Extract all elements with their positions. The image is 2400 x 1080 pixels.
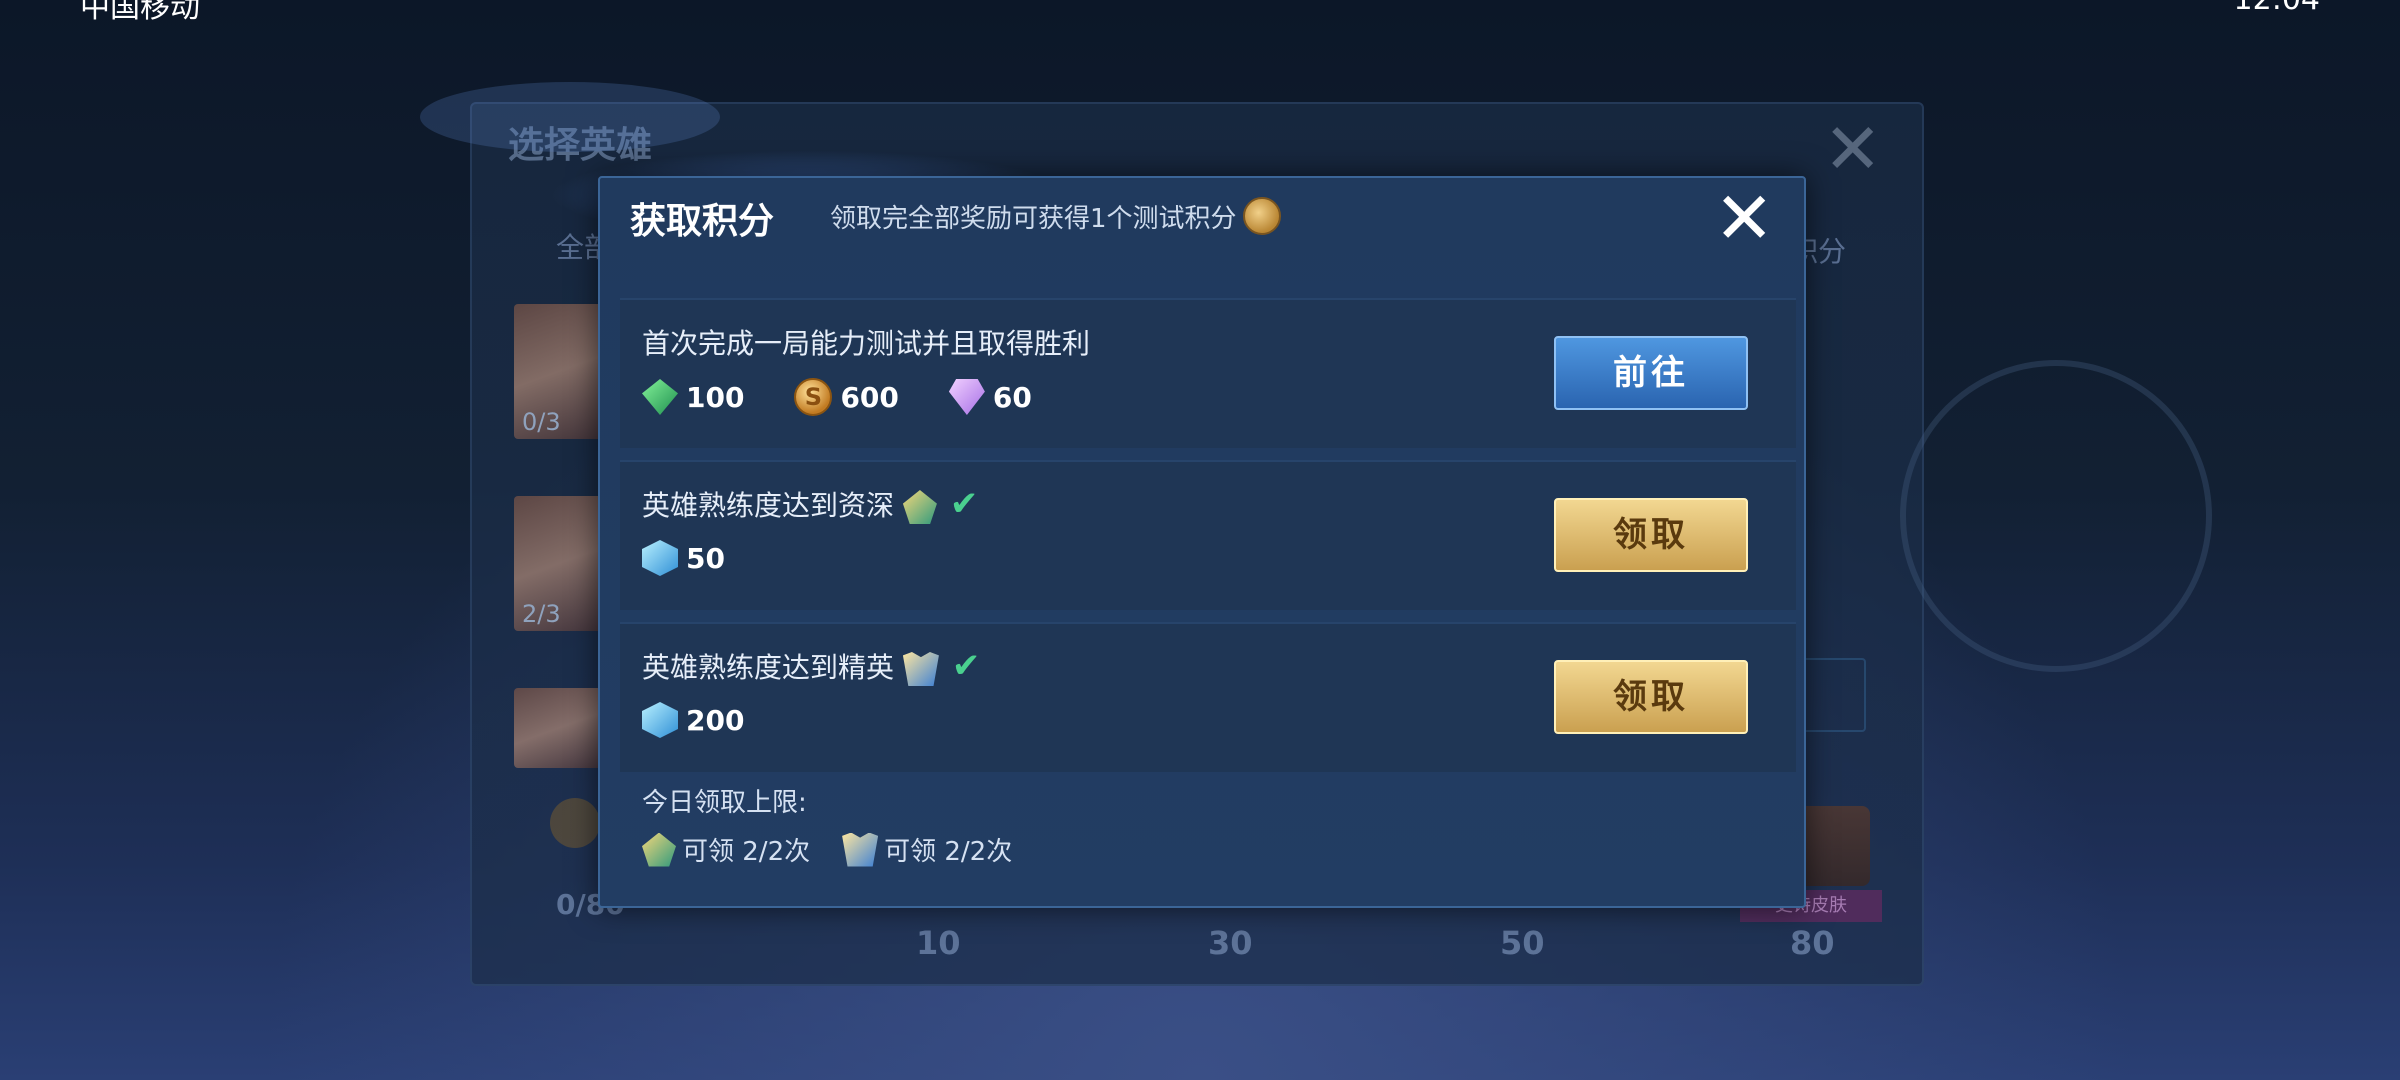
daily-limit-items: 可领 2/2次 可领 2/2次 — [642, 831, 1044, 868]
reward-value: 50 — [686, 541, 725, 575]
hero-count: 0/3 — [522, 408, 561, 436]
hero-portrait[interactable] — [514, 688, 604, 768]
daily-limit-item: 可领 2/2次 — [842, 831, 1012, 868]
elite-badge-icon — [842, 832, 879, 867]
go-button[interactable]: 前往 — [1554, 336, 1748, 410]
dialog-subtitle: 领取完全部奖励可获得1个测试积分 — [830, 196, 1281, 239]
senior-badge-icon — [902, 490, 937, 524]
diamond-icon — [948, 379, 985, 415]
status-bar: 中国移动 12:04 — [0, 0, 2400, 25]
hero-count: 2/3 — [522, 600, 561, 628]
test-point-icon — [1242, 196, 1281, 235]
earn-points-dialog: 获取积分 领取完全部奖励可获得1个测试积分 ✕ 首次完成一局能力测试并且取得胜利… — [598, 176, 1806, 908]
dialog-header: 获取积分 领取完全部奖励可获得1个测试积分 ✕ — [600, 178, 1804, 288]
task-description-text: 英雄熟练度达到资深 — [642, 489, 895, 522]
crystal-icon — [642, 702, 678, 738]
reward-list: 50 — [642, 540, 775, 576]
clock: 12:04 — [2234, 0, 2320, 17]
task-row: 英雄熟练度达到资深 ✔ 50 领取 — [620, 460, 1796, 610]
reward-list: 200 — [642, 702, 794, 738]
milestone-label: 80 — [1790, 924, 1835, 962]
daily-limit: 今日领取上限: 可领 2/2次 可领 2/2次 — [642, 782, 1044, 868]
reward-item: 60 — [948, 379, 1032, 415]
task-row: 英雄熟练度达到精英 ✔ 200 领取 — [620, 622, 1796, 772]
crystal-icon — [642, 540, 678, 576]
senior-badge-icon — [642, 832, 676, 867]
decorative-swirl — [420, 82, 720, 152]
milestone-label: 10 — [916, 924, 961, 962]
emerald-icon — [642, 379, 678, 415]
task-description: 首次完成一局能力测试并且取得胜利 — [642, 322, 1090, 362]
reward-item: 600 — [794, 378, 899, 416]
daily-limit-text: 可领 2/2次 — [884, 837, 1013, 867]
reward-value: 600 — [840, 380, 899, 414]
dialog-title: 获取积分 — [630, 201, 775, 242]
milestone-label: 50 — [1500, 924, 1545, 962]
check-icon: ✔ — [949, 484, 979, 524]
reward-value: 60 — [992, 380, 1032, 414]
claim-button[interactable]: 领取 — [1554, 498, 1748, 572]
reward-item: 100 — [642, 379, 744, 415]
daily-limit-item: 可领 2/2次 — [642, 831, 810, 868]
task-description-text: 首次完成一局能力测试并且取得胜利 — [642, 327, 1091, 360]
reward-item: 200 — [642, 702, 744, 738]
reward-item: 50 — [642, 540, 725, 576]
daily-limit-text: 可领 2/2次 — [682, 837, 811, 867]
daily-limit-label: 今日领取上限: — [642, 788, 807, 818]
points-badge-icon — [550, 798, 600, 848]
background-close-icon[interactable]: ✕ — [1823, 114, 1882, 184]
reward-value: 200 — [686, 703, 745, 737]
elite-badge-icon — [902, 652, 939, 686]
carrier-label: 中国移动 — [80, 0, 200, 25]
reward-list: 100 600 60 — [642, 378, 1082, 416]
gold-coin-icon — [794, 378, 833, 416]
dialog-subtitle-text: 领取完全部奖励可获得1个测试积分 — [830, 204, 1237, 234]
task-description: 英雄熟练度达到资深 ✔ — [642, 484, 978, 524]
reward-value: 100 — [686, 380, 745, 414]
task-description-text: 英雄熟练度达到精英 — [642, 651, 895, 684]
decorative-ring — [1900, 360, 2212, 672]
claim-button[interactable]: 领取 — [1554, 660, 1748, 734]
milestone-label: 30 — [1208, 924, 1253, 962]
task-row: 首次完成一局能力测试并且取得胜利 100 600 60 前往 — [620, 298, 1796, 448]
check-icon: ✔ — [951, 646, 981, 686]
task-description: 英雄熟练度达到精英 ✔ — [642, 646, 980, 686]
close-button[interactable]: ✕ — [1714, 182, 1774, 254]
